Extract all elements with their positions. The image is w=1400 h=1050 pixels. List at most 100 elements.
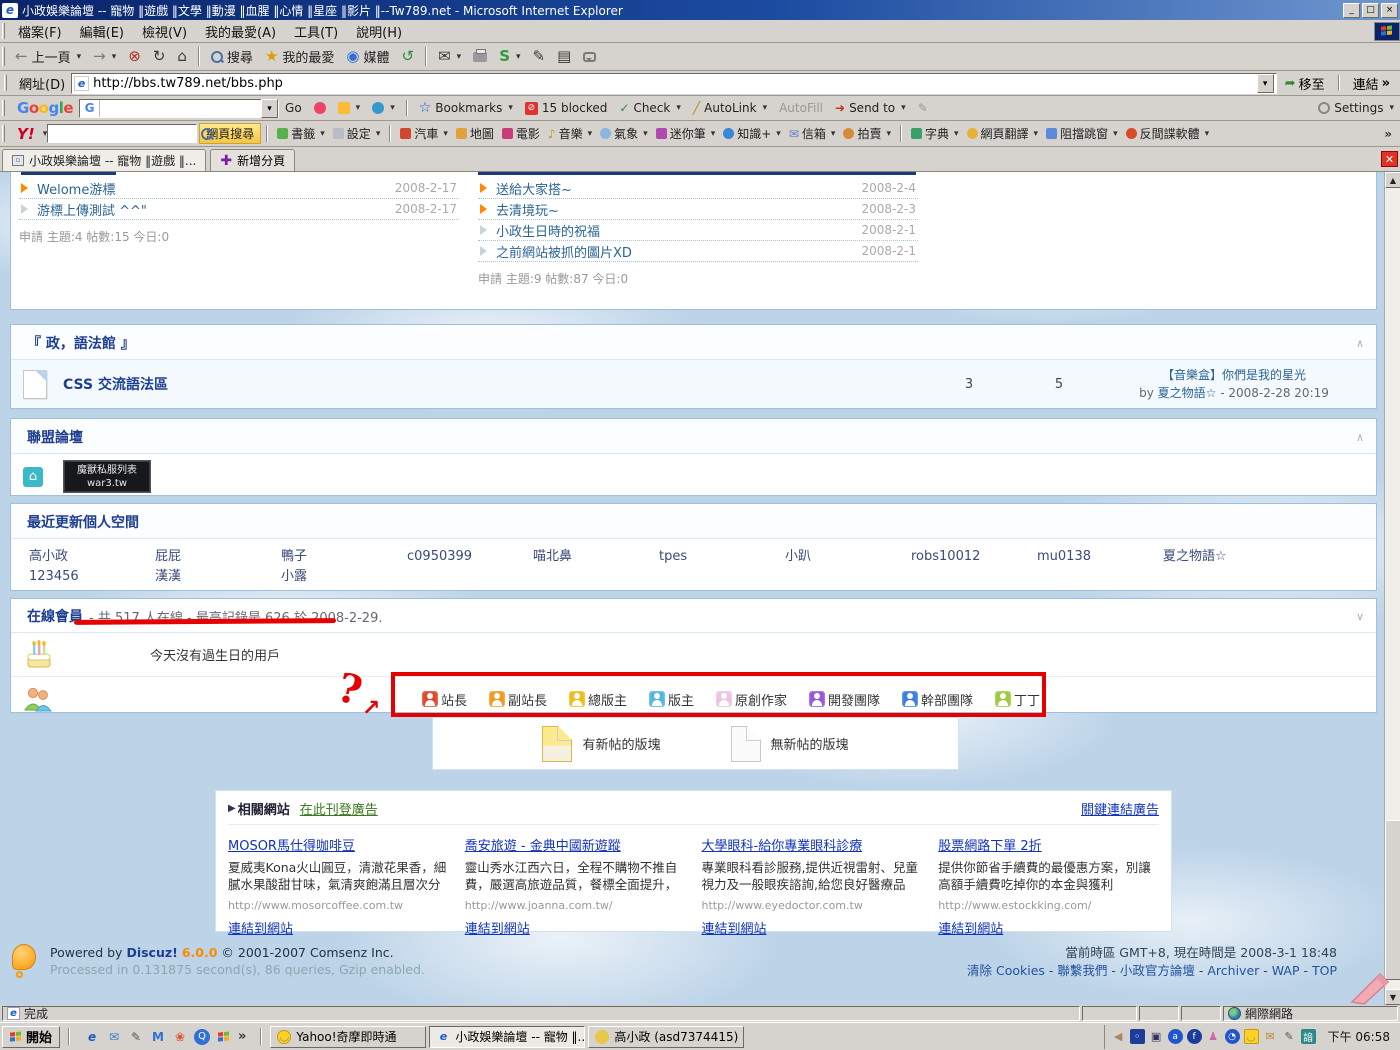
taskbar-clock[interactable]: 下午 06:58 [1320, 1028, 1390, 1045]
user-link[interactable]: 夏之物語☆ [1163, 547, 1289, 567]
back-button[interactable]: ←上一頁▾ [9, 45, 87, 68]
yahoo-bookmarks[interactable]: 書籤▾ [273, 125, 329, 142]
favorites-button[interactable]: ★我的最愛 [259, 45, 340, 68]
last-post-user[interactable]: 夏之物語☆ [1158, 386, 1217, 400]
user-link[interactable]: mu0138 [1037, 547, 1163, 567]
google-star-tool[interactable]: ▾ [332, 102, 367, 114]
yahoo-music[interactable]: ♪音樂▾ [544, 125, 596, 142]
ad-title-link[interactable]: 喬安旅遊 - 金典中國新遊蹤 [465, 835, 686, 854]
toolbar-grip[interactable] [2, 23, 5, 38]
tray-wireless-icon[interactable]: ◦ [1130, 1029, 1145, 1044]
ad-visit-link[interactable]: 連結到網站 [465, 918, 530, 937]
toolbar-grip[interactable] [2, 47, 5, 66]
user-link[interactable]: 123456 [29, 567, 155, 587]
quicklaunch-edit-icon[interactable]: ✎ [128, 1029, 144, 1045]
yahoo-antispy[interactable]: 反間諜軟體▾ [1122, 125, 1214, 142]
task-forum-window[interactable]: e 小政娛樂論壇 -- 寵物 ‖... [429, 1026, 585, 1048]
yahoo-weather[interactable]: 氣象▾ [596, 125, 652, 142]
home-button[interactable]: ⌂ [171, 47, 193, 66]
yahoo-dictionary[interactable]: 字典▾ [907, 125, 963, 142]
google-settings-button[interactable]: Settings▾ [1312, 101, 1400, 115]
tray-quicktime-icon[interactable]: ◔ [1225, 1029, 1240, 1044]
user-link[interactable]: 屁屁 [155, 547, 281, 567]
quicklaunch-flower-icon[interactable]: ❀ [172, 1029, 188, 1045]
forum-link[interactable]: CSS 交流語法區 [63, 374, 168, 394]
user-link[interactable]: c0950399 [407, 547, 533, 567]
user-link[interactable]: 漢漢 [155, 567, 281, 587]
new-tab-button[interactable]: ✚ 新增分頁 [210, 149, 295, 171]
user-link[interactable]: 高小政 [29, 547, 155, 567]
user-link[interactable]: 鴨子 [281, 547, 407, 567]
quicklaunch-msn-icon[interactable]: M [150, 1029, 166, 1045]
google-comment-tool[interactable]: ▾ [366, 102, 401, 114]
google-pagerank-icon[interactable] [308, 102, 332, 114]
maximize-button[interactable]: □ [1362, 3, 1379, 18]
google-g-icon[interactable]: G [80, 100, 100, 117]
tray-agent-icon[interactable]: ♟ [1206, 1029, 1221, 1044]
google-autofill-button[interactable]: AutoFill [773, 101, 829, 115]
google-autolink-button[interactable]: ╱AutoLink▾ [687, 101, 773, 115]
go-button[interactable]: ➦移至 [1277, 74, 1333, 93]
user-link[interactable]: 小露 [281, 567, 407, 587]
refresh-button[interactable]: ↻ [147, 47, 172, 66]
vertical-scrollbar[interactable]: ▲ ▼ [1384, 172, 1400, 1005]
ad-title-link[interactable]: MOSOR馬仕得咖啡豆 [228, 835, 449, 854]
topic-link[interactable]: 送給大家搭~ [496, 179, 862, 198]
user-link[interactable]: robs10012 [911, 547, 1037, 567]
google-go-button[interactable]: Go [279, 101, 308, 115]
publish-ad-link[interactable]: 在此刊登廣告 [300, 799, 378, 818]
address-input[interactable] [93, 76, 1257, 91]
notes-button[interactable]: ▤ [551, 47, 577, 66]
yahoo-settings[interactable]: 設定▾ [329, 125, 385, 142]
footer-link-top[interactable]: TOP [1300, 963, 1337, 978]
ad-visit-link[interactable]: 連結到網站 [938, 918, 1003, 937]
yahoo-auctions[interactable]: 拍賣▾ [839, 125, 895, 142]
toolbar-grip[interactable] [2, 100, 5, 117]
edit-button[interactable]: ✎ [527, 47, 552, 66]
collapse-icon[interactable]: ∧ [1356, 337, 1364, 350]
yahoo-popup-blocker[interactable]: 阻擋跳窗▾ [1042, 125, 1122, 142]
menu-tools[interactable]: 工具(T) [285, 20, 347, 43]
toolbar-grip[interactable] [4, 75, 7, 90]
quicklaunch-ie-icon[interactable]: e [84, 1029, 100, 1045]
google-highlighter-button[interactable]: ✎ [912, 101, 934, 115]
ad-visit-link[interactable]: 連結到網站 [702, 918, 767, 937]
tab-forum[interactable]: ▫ 小政娛樂論壇 -- 寵物 ‖遊戲 ‖... [2, 149, 206, 171]
google-search-dropdown[interactable]: ▾ [261, 99, 278, 118]
quicklaunch-grid-icon[interactable] [216, 1029, 232, 1045]
menu-file[interactable]: 檔案(F) [9, 20, 71, 43]
stop-button[interactable]: ⊗ [122, 47, 147, 66]
links-button[interactable]: 連結» [1345, 74, 1398, 93]
topic-link[interactable]: 游標上傳測試 ^^" [37, 200, 395, 219]
footer-link-official[interactable]: 小政官方論壇 [1107, 963, 1194, 978]
yahoo-minipen[interactable]: 迷你筆▾ [652, 125, 720, 142]
yahoo-movies[interactable]: 電影 [498, 125, 544, 142]
tray-mail-notify-icon[interactable]: ✉ [1263, 1029, 1278, 1044]
collapse-icon[interactable]: ∧ [1356, 431, 1364, 444]
tray-ime-indicator[interactable]: 諳 [1301, 1029, 1316, 1044]
toolbar-overflow-chevron[interactable]: » [1376, 127, 1400, 141]
tray-network-icon[interactable]: ▣ [1149, 1029, 1164, 1044]
user-link[interactable]: 小趴 [785, 547, 911, 567]
print-button[interactable] [467, 50, 493, 64]
google-search-input[interactable] [100, 101, 261, 115]
task-yahoo-messenger[interactable]: ◡ Yahoo!奇摩即時通 [270, 1026, 426, 1048]
tray-volume-icon[interactable]: ◀ [1111, 1029, 1126, 1044]
footer-link-contact[interactable]: 聯繫我們 [1045, 963, 1107, 978]
topic-link[interactable]: 小政生日時的祝福 [496, 221, 862, 240]
close-button[interactable]: × [1381, 3, 1398, 18]
keyword-ad-link[interactable]: 關鍵連結廣告 [1081, 799, 1159, 818]
last-post-title[interactable]: 【音樂盒】你們是我的星光 [1162, 368, 1306, 382]
address-dropdown-button[interactable]: ▾ [1257, 74, 1274, 93]
user-link[interactable]: 喵北鼻 [533, 547, 659, 567]
scroll-thumb[interactable] [1385, 820, 1400, 980]
menu-view[interactable]: 檢視(V) [133, 20, 196, 43]
google-sendto-button[interactable]: ➜Send to▾ [829, 101, 912, 115]
start-button[interactable]: 開始 [2, 1026, 60, 1048]
tray-a-icon[interactable]: a [1168, 1029, 1183, 1044]
menu-favorites[interactable]: 我的最愛(A) [196, 20, 285, 43]
yahoo-translate[interactable]: 網頁翻譯▾ [963, 125, 1043, 142]
yahoo-autos[interactable]: 汽車▾ [396, 125, 452, 142]
topic-link[interactable]: 去清境玩~ [496, 200, 862, 219]
forward-button[interactable]: →▾ [87, 47, 122, 66]
